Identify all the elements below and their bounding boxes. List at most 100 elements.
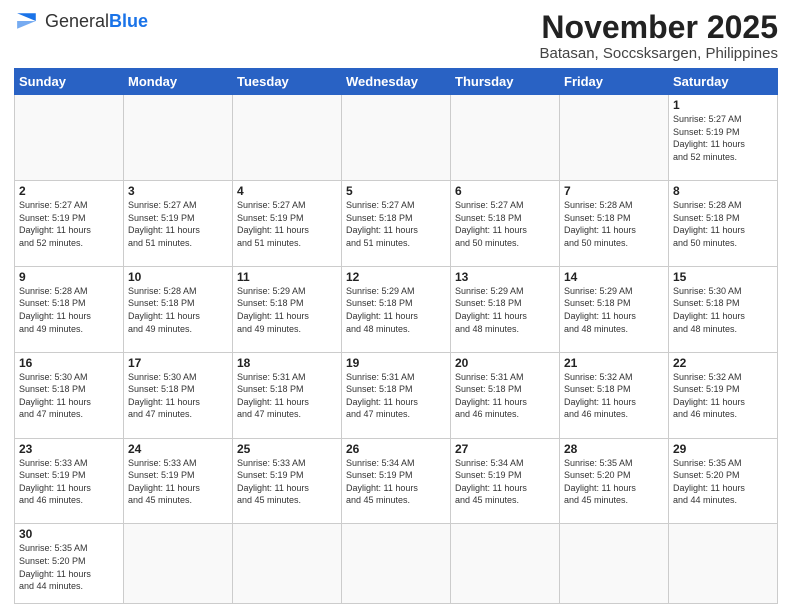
day-number: 27 — [455, 442, 555, 456]
day-number: 6 — [455, 184, 555, 198]
table-row: 15Sunrise: 5:30 AM Sunset: 5:18 PM Dayli… — [669, 266, 778, 352]
header-tuesday: Tuesday — [233, 69, 342, 95]
header: GeneralBlue November 2025 Batasan, Soccs… — [14, 10, 778, 62]
table-row — [124, 95, 233, 181]
day-info: Sunrise: 5:27 AM Sunset: 5:18 PM Dayligh… — [455, 199, 555, 249]
table-row: 27Sunrise: 5:34 AM Sunset: 5:19 PM Dayli… — [451, 438, 560, 524]
day-info: Sunrise: 5:33 AM Sunset: 5:19 PM Dayligh… — [237, 457, 337, 507]
table-row: 1Sunrise: 5:27 AM Sunset: 5:19 PM Daylig… — [669, 95, 778, 181]
day-number: 1 — [673, 98, 773, 112]
day-number: 28 — [564, 442, 664, 456]
day-number: 16 — [19, 356, 119, 370]
table-row: 3Sunrise: 5:27 AM Sunset: 5:19 PM Daylig… — [124, 181, 233, 267]
table-row — [342, 524, 451, 604]
day-number: 9 — [19, 270, 119, 284]
calendar-week-6: 30Sunrise: 5:35 AM Sunset: 5:20 PM Dayli… — [15, 524, 778, 604]
day-number: 5 — [346, 184, 446, 198]
day-number: 29 — [673, 442, 773, 456]
day-number: 14 — [564, 270, 664, 284]
day-number: 19 — [346, 356, 446, 370]
day-number: 11 — [237, 270, 337, 284]
table-row — [233, 95, 342, 181]
day-number: 23 — [19, 442, 119, 456]
day-info: Sunrise: 5:34 AM Sunset: 5:19 PM Dayligh… — [346, 457, 446, 507]
day-number: 15 — [673, 270, 773, 284]
day-info: Sunrise: 5:28 AM Sunset: 5:18 PM Dayligh… — [19, 285, 119, 335]
calendar-week-1: 1Sunrise: 5:27 AM Sunset: 5:19 PM Daylig… — [15, 95, 778, 181]
month-title: November 2025 — [540, 10, 778, 45]
table-row: 30Sunrise: 5:35 AM Sunset: 5:20 PM Dayli… — [15, 524, 124, 604]
day-info: Sunrise: 5:34 AM Sunset: 5:19 PM Dayligh… — [455, 457, 555, 507]
day-info: Sunrise: 5:33 AM Sunset: 5:19 PM Dayligh… — [19, 457, 119, 507]
day-number: 18 — [237, 356, 337, 370]
day-info: Sunrise: 5:32 AM Sunset: 5:18 PM Dayligh… — [564, 371, 664, 421]
day-number: 24 — [128, 442, 228, 456]
table-row — [15, 95, 124, 181]
day-number: 30 — [19, 527, 119, 541]
calendar-week-3: 9Sunrise: 5:28 AM Sunset: 5:18 PM Daylig… — [15, 266, 778, 352]
day-info: Sunrise: 5:28 AM Sunset: 5:18 PM Dayligh… — [564, 199, 664, 249]
table-row: 23Sunrise: 5:33 AM Sunset: 5:19 PM Dayli… — [15, 438, 124, 524]
day-info: Sunrise: 5:28 AM Sunset: 5:18 PM Dayligh… — [673, 199, 773, 249]
logo: GeneralBlue — [14, 10, 148, 32]
table-row: 16Sunrise: 5:30 AM Sunset: 5:18 PM Dayli… — [15, 352, 124, 438]
header-thursday: Thursday — [451, 69, 560, 95]
day-info: Sunrise: 5:29 AM Sunset: 5:18 PM Dayligh… — [346, 285, 446, 335]
day-number: 13 — [455, 270, 555, 284]
day-info: Sunrise: 5:32 AM Sunset: 5:19 PM Dayligh… — [673, 371, 773, 421]
day-info: Sunrise: 5:31 AM Sunset: 5:18 PM Dayligh… — [346, 371, 446, 421]
calendar-week-2: 2Sunrise: 5:27 AM Sunset: 5:19 PM Daylig… — [15, 181, 778, 267]
table-row: 11Sunrise: 5:29 AM Sunset: 5:18 PM Dayli… — [233, 266, 342, 352]
table-row: 18Sunrise: 5:31 AM Sunset: 5:18 PM Dayli… — [233, 352, 342, 438]
table-row: 26Sunrise: 5:34 AM Sunset: 5:19 PM Dayli… — [342, 438, 451, 524]
logo-area: GeneralBlue — [14, 10, 148, 32]
table-row: 4Sunrise: 5:27 AM Sunset: 5:19 PM Daylig… — [233, 181, 342, 267]
day-number: 4 — [237, 184, 337, 198]
calendar-week-4: 16Sunrise: 5:30 AM Sunset: 5:18 PM Dayli… — [15, 352, 778, 438]
day-number: 17 — [128, 356, 228, 370]
page: GeneralBlue November 2025 Batasan, Soccs… — [0, 0, 792, 612]
day-info: Sunrise: 5:27 AM Sunset: 5:18 PM Dayligh… — [346, 199, 446, 249]
table-row — [451, 95, 560, 181]
day-info: Sunrise: 5:29 AM Sunset: 5:18 PM Dayligh… — [564, 285, 664, 335]
generalblue-icon — [14, 10, 42, 32]
day-info: Sunrise: 5:31 AM Sunset: 5:18 PM Dayligh… — [455, 371, 555, 421]
day-info: Sunrise: 5:35 AM Sunset: 5:20 PM Dayligh… — [673, 457, 773, 507]
day-info: Sunrise: 5:30 AM Sunset: 5:18 PM Dayligh… — [673, 285, 773, 335]
day-info: Sunrise: 5:27 AM Sunset: 5:19 PM Dayligh… — [19, 199, 119, 249]
day-number: 25 — [237, 442, 337, 456]
table-row: 9Sunrise: 5:28 AM Sunset: 5:18 PM Daylig… — [15, 266, 124, 352]
calendar-week-5: 23Sunrise: 5:33 AM Sunset: 5:19 PM Dayli… — [15, 438, 778, 524]
table-row: 12Sunrise: 5:29 AM Sunset: 5:18 PM Dayli… — [342, 266, 451, 352]
day-info: Sunrise: 5:35 AM Sunset: 5:20 PM Dayligh… — [19, 542, 119, 592]
location: Batasan, Soccsksargen, Philippines — [540, 45, 778, 62]
table-row: 7Sunrise: 5:28 AM Sunset: 5:18 PM Daylig… — [560, 181, 669, 267]
table-row: 28Sunrise: 5:35 AM Sunset: 5:20 PM Dayli… — [560, 438, 669, 524]
table-row — [342, 95, 451, 181]
day-number: 22 — [673, 356, 773, 370]
table-row: 24Sunrise: 5:33 AM Sunset: 5:19 PM Dayli… — [124, 438, 233, 524]
day-info: Sunrise: 5:28 AM Sunset: 5:18 PM Dayligh… — [128, 285, 228, 335]
calendar-header-row: Sunday Monday Tuesday Wednesday Thursday… — [15, 69, 778, 95]
day-info: Sunrise: 5:29 AM Sunset: 5:18 PM Dayligh… — [455, 285, 555, 335]
table-row: 29Sunrise: 5:35 AM Sunset: 5:20 PM Dayli… — [669, 438, 778, 524]
table-row — [560, 95, 669, 181]
day-number: 8 — [673, 184, 773, 198]
day-number: 20 — [455, 356, 555, 370]
table-row: 14Sunrise: 5:29 AM Sunset: 5:18 PM Dayli… — [560, 266, 669, 352]
day-number: 26 — [346, 442, 446, 456]
day-info: Sunrise: 5:35 AM Sunset: 5:20 PM Dayligh… — [564, 457, 664, 507]
table-row: 6Sunrise: 5:27 AM Sunset: 5:18 PM Daylig… — [451, 181, 560, 267]
day-number: 2 — [19, 184, 119, 198]
table-row: 20Sunrise: 5:31 AM Sunset: 5:18 PM Dayli… — [451, 352, 560, 438]
day-number: 12 — [346, 270, 446, 284]
table-row: 19Sunrise: 5:31 AM Sunset: 5:18 PM Dayli… — [342, 352, 451, 438]
day-number: 10 — [128, 270, 228, 284]
logo-text: GeneralBlue — [45, 11, 148, 32]
table-row: 13Sunrise: 5:29 AM Sunset: 5:18 PM Dayli… — [451, 266, 560, 352]
header-saturday: Saturday — [669, 69, 778, 95]
day-info: Sunrise: 5:27 AM Sunset: 5:19 PM Dayligh… — [237, 199, 337, 249]
table-row — [451, 524, 560, 604]
table-row — [669, 524, 778, 604]
day-info: Sunrise: 5:29 AM Sunset: 5:18 PM Dayligh… — [237, 285, 337, 335]
